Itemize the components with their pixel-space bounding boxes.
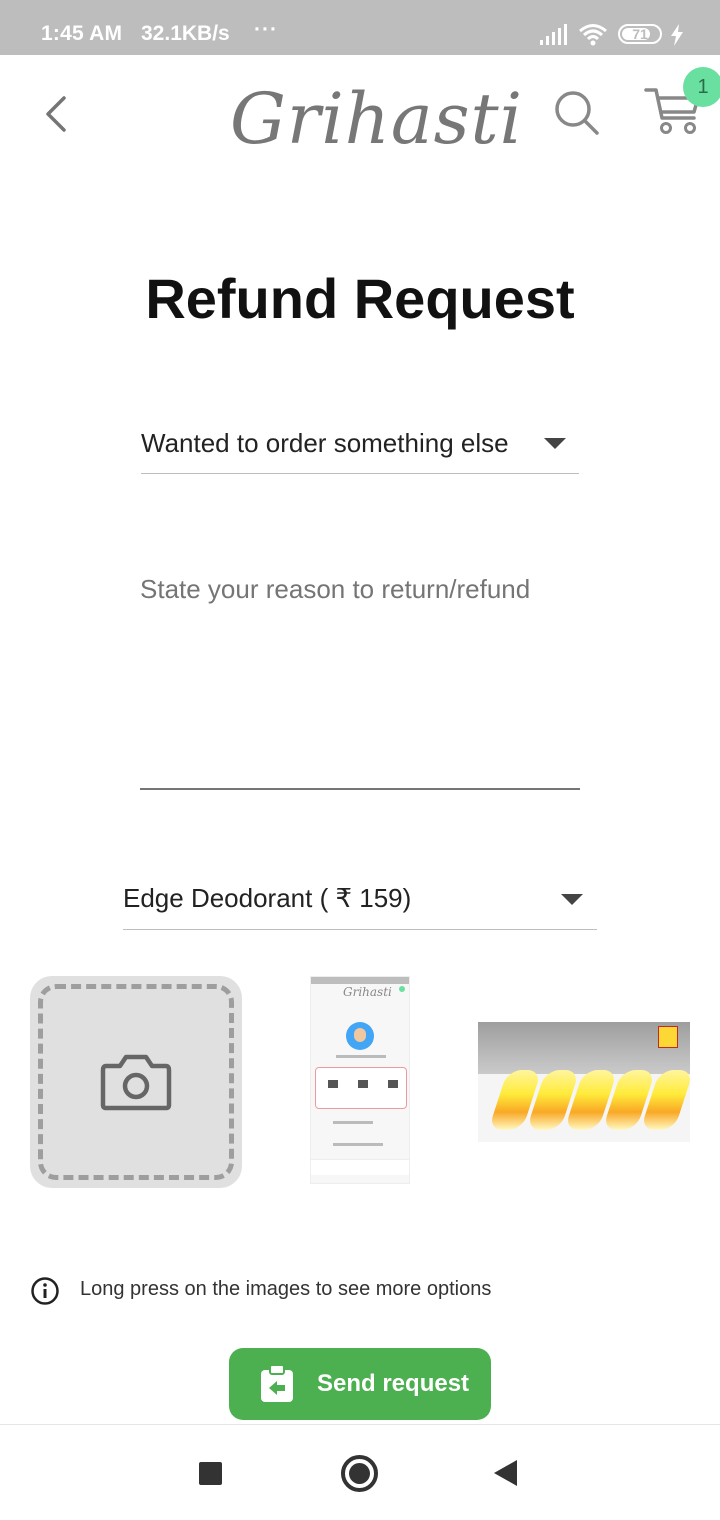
status-bar: 1:45 AM 32.1KB/s ··· 71 (0, 0, 720, 55)
product-dropdown-value: Edge Deodorant ( ₹ 159) (123, 883, 412, 913)
recents-button[interactable] (199, 1462, 222, 1485)
info-row: Long press on the images to see more opt… (30, 1274, 690, 1306)
reason-placeholder: State your reason to return/refund (140, 574, 531, 604)
info-text: Long press on the images to see more opt… (80, 1278, 492, 1300)
back-arrow-icon (46, 96, 66, 132)
dropdown-arrow-icon (544, 438, 566, 449)
battery-level: 71 (632, 26, 648, 42)
system-back-button[interactable] (494, 1460, 517, 1486)
thumbnail-card (315, 1067, 407, 1109)
return-clipboard-icon (261, 1364, 293, 1402)
system-nav-bar (0, 1424, 720, 1520)
charging-icon (671, 24, 683, 46)
thumbnail-logo-text: Grihasti (343, 985, 392, 999)
status-time: 1:45 AM (41, 22, 123, 45)
reason-text-field[interactable]: State your reason to return/refund (140, 570, 580, 790)
camera-icon (100, 1054, 172, 1111)
add-photo-button[interactable] (30, 976, 242, 1188)
logo-text: Grihasti (230, 78, 524, 160)
app-logo: Grihasti (230, 78, 522, 208)
status-icons: 71 (540, 22, 690, 48)
dropdown-arrow-icon (561, 894, 583, 905)
back-button[interactable] (36, 90, 76, 138)
wifi-icon (579, 24, 607, 46)
home-icon (349, 1463, 370, 1484)
page-title: Refund Request (145, 267, 575, 330)
more-notifications-icon: ··· (254, 18, 278, 41)
reason-dropdown[interactable]: Wanted to order something else (141, 420, 579, 474)
sticker-icon (658, 1026, 678, 1048)
screenshot-thumbnail[interactable]: Grihasti (310, 976, 410, 1184)
info-icon (31, 1277, 59, 1305)
product-dropdown[interactable]: Edge Deodorant ( ₹ 159) (123, 876, 597, 930)
signal-icon (540, 24, 567, 45)
search-button[interactable] (552, 88, 602, 138)
battery-icon: 71 (618, 24, 662, 44)
send-request-button[interactable]: Send request (229, 1348, 491, 1420)
cart-count-badge: 1 (683, 67, 720, 107)
network-speed: 32.1KB/s (141, 22, 230, 45)
home-button[interactable] (341, 1455, 378, 1492)
send-request-label: Send request (317, 1370, 470, 1397)
food-thumbnail[interactable] (478, 1022, 690, 1142)
avatar (346, 1022, 374, 1050)
reason-dropdown-value: Wanted to order something else (141, 428, 509, 458)
search-icon (555, 91, 599, 135)
